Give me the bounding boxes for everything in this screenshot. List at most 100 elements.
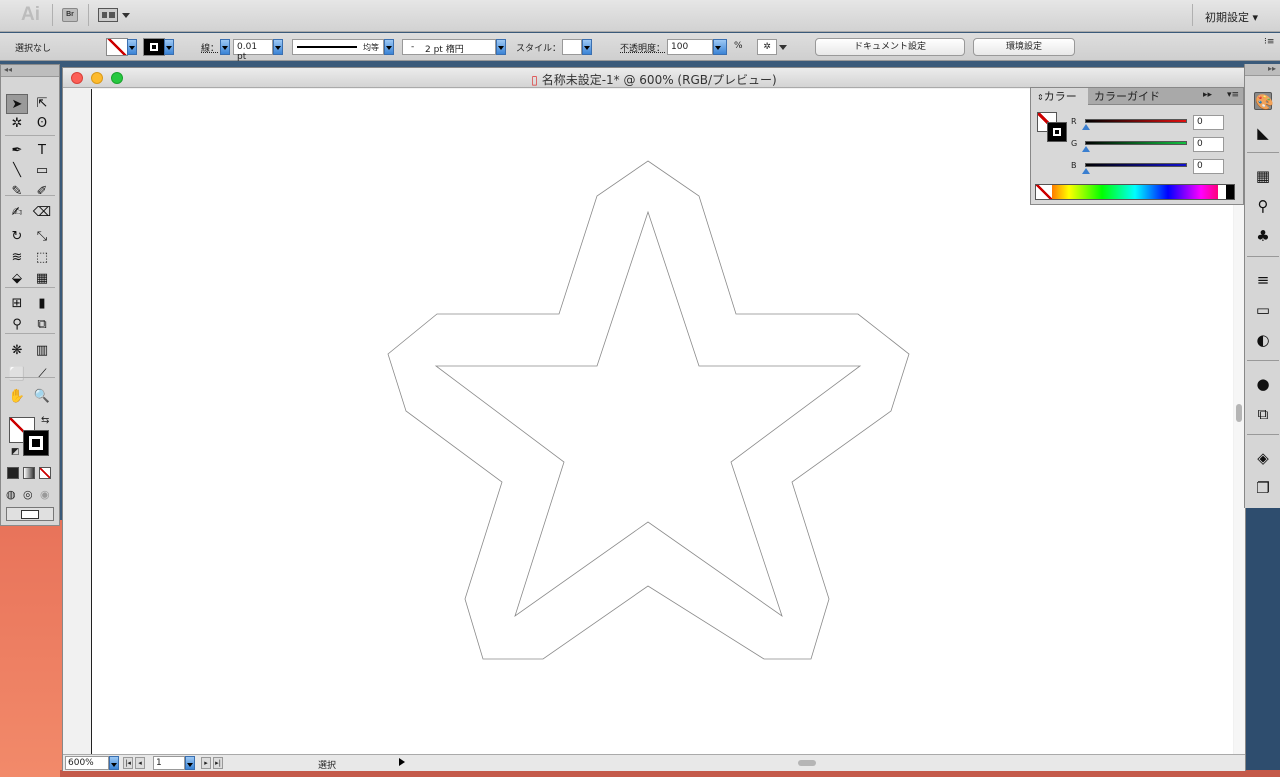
draw-behind-icon[interactable]: ◎	[23, 488, 33, 501]
scale-tool[interactable]: ⤡	[31, 227, 53, 247]
blob-brush-tool[interactable]: ✍	[6, 203, 28, 223]
graphic-styles-icon[interactable]: ⧉	[1254, 405, 1272, 423]
brush-definition[interactable]: - 2 pt 楕円	[402, 39, 496, 55]
draw-normal-icon[interactable]: ◍	[6, 488, 16, 501]
panel-menu-icon[interactable]: ▾≡	[1227, 90, 1239, 100]
tab-color[interactable]: ⇕カラー	[1031, 88, 1088, 105]
opacity-field[interactable]: 100	[667, 39, 713, 55]
workspace-switcher[interactable]: 初期設定 ▾	[1205, 9, 1258, 25]
magic-wand-tool[interactable]: ✲	[6, 114, 28, 134]
zoom-dropdown[interactable]	[109, 756, 119, 770]
stroke-weight-stepper[interactable]	[220, 39, 230, 55]
star-inner-outline[interactable]	[434, 210, 862, 618]
color-spectrum[interactable]	[1035, 184, 1235, 200]
slice-tool[interactable]: ⟋	[31, 365, 53, 385]
artboards-panel-icon[interactable]: ❐	[1254, 479, 1272, 497]
style-swatch[interactable]	[562, 39, 582, 55]
artboard-dropdown[interactable]	[185, 756, 195, 770]
direct-selection-tool[interactable]: ⇱	[31, 94, 53, 114]
layers-panel-icon[interactable]: ◈	[1254, 449, 1272, 467]
vertical-scroll-thumb[interactable]	[1236, 404, 1242, 422]
zoom-field[interactable]: 600%	[65, 756, 109, 770]
channel-thumb[interactable]	[1082, 124, 1090, 130]
gradient-panel-icon[interactable]: ▭	[1254, 301, 1272, 319]
opacity-slider-button[interactable]	[713, 39, 727, 55]
document-titlebar[interactable]: ▯ 名称未設定-1* @ 600% (RGB/プレビュー)	[63, 68, 1245, 88]
column-graph-tool[interactable]: ▥	[31, 341, 53, 361]
stroke-label-link[interactable]: 線：	[201, 41, 219, 54]
panel-menu-icon[interactable]: ⁝≡	[1264, 37, 1274, 47]
color-mode-icon[interactable]	[7, 467, 19, 479]
transparency-panel-icon[interactable]: ◐	[1254, 331, 1272, 349]
line-tool[interactable]: ╲	[6, 161, 28, 181]
stroke-swatch[interactable]	[143, 38, 165, 56]
channel-track[interactable]	[1085, 119, 1187, 123]
color-guide-icon[interactable]: ◣	[1254, 124, 1272, 142]
zoom-tool[interactable]: 🔍	[31, 387, 53, 407]
fill-dropdown[interactable]	[127, 39, 137, 55]
warp-tool[interactable]: ≋	[6, 248, 28, 268]
selection-tool[interactable]: ➤	[6, 94, 28, 114]
slider-b[interactable]: B0	[1071, 159, 1241, 174]
color-stroke-indicator[interactable]	[1047, 122, 1067, 142]
stroke-indicator[interactable]	[23, 430, 49, 456]
pen-tool[interactable]: ✒	[6, 141, 28, 161]
gradient-tool[interactable]: ▮	[31, 294, 53, 314]
channel-thumb[interactable]	[1082, 146, 1090, 152]
eyedropper-tool[interactable]: ⚲	[6, 315, 28, 335]
tools-panel-header[interactable]: ◂◂	[1, 65, 59, 77]
free-transform-tool[interactable]: ⬚	[31, 248, 53, 268]
mesh-tool[interactable]: ⊞	[6, 294, 28, 314]
channel-track[interactable]	[1085, 141, 1187, 145]
artboard-number-field[interactable]: 1	[153, 756, 185, 770]
none-mode-icon[interactable]	[39, 467, 51, 479]
fill-swatch[interactable]	[106, 38, 128, 56]
preferences-button[interactable]: 環境設定	[973, 38, 1075, 56]
paintbrush-tool[interactable]: ✎	[6, 182, 28, 202]
swatches-icon[interactable]: ▦	[1254, 167, 1272, 185]
tab-color-guide[interactable]: カラーガイド	[1088, 88, 1166, 105]
symbol-sprayer-tool[interactable]: ❋	[6, 341, 28, 361]
channel-value-field[interactable]: 0	[1193, 159, 1224, 174]
last-artboard-button[interactable]: ▸|	[213, 757, 223, 769]
dock-header[interactable]: ▸▸	[1245, 64, 1280, 76]
draw-inside-icon[interactable]: ◉	[40, 488, 50, 501]
stroke-weight-dropdown[interactable]	[273, 39, 283, 55]
collapse-icon[interactable]: ◂◂	[4, 65, 12, 74]
swap-fill-stroke-icon[interactable]: ⇆	[41, 415, 49, 426]
document-setup-button[interactable]: ドキュメント設定	[815, 38, 965, 56]
style-dropdown[interactable]	[582, 39, 592, 55]
stroke-panel-icon[interactable]: ≡	[1254, 271, 1272, 289]
status-menu-arrow-icon[interactable]	[399, 758, 405, 766]
appearance-panel-icon[interactable]: ●	[1254, 375, 1272, 393]
channel-value-field[interactable]: 0	[1193, 137, 1224, 152]
stroke-dropdown[interactable]	[164, 39, 174, 55]
shape-builder-tool[interactable]: ⬙	[6, 269, 28, 289]
color-panel-icon[interactable]: 🎨	[1254, 92, 1274, 111]
default-fill-stroke-icon[interactable]: ◩	[11, 447, 20, 457]
channel-thumb[interactable]	[1082, 168, 1090, 174]
brushes-icon[interactable]: ⚲	[1254, 197, 1272, 215]
hand-tool[interactable]: ✋	[6, 387, 28, 407]
slider-r[interactable]: R0	[1071, 115, 1241, 130]
eraser-tool[interactable]: ⌫	[31, 203, 53, 223]
arrange-documents-icon[interactable]	[98, 8, 118, 22]
none-swatch[interactable]	[1036, 185, 1052, 199]
slider-g[interactable]: G0	[1071, 137, 1241, 152]
lasso-tool[interactable]: ʘ	[31, 114, 53, 134]
next-artboard-button[interactable]: ▸	[201, 757, 211, 769]
screen-mode-button[interactable]	[6, 507, 54, 521]
white-swatch[interactable]	[1218, 185, 1226, 199]
chevron-down-icon[interactable]	[779, 45, 787, 50]
expand-icon[interactable]: ▸▸	[1203, 90, 1212, 100]
type-tool[interactable]: T	[31, 141, 53, 161]
variable-width-profile[interactable]: 均等	[292, 39, 384, 55]
stroke-weight-field[interactable]: 0.01 pt	[233, 39, 273, 62]
recolor-artwork-icon[interactable]: ✲	[757, 39, 777, 55]
channel-track[interactable]	[1085, 163, 1187, 167]
first-artboard-button[interactable]: |◂	[123, 757, 133, 769]
profile-dropdown[interactable]	[384, 39, 394, 55]
rotate-tool[interactable]: ↻	[6, 227, 28, 247]
perspective-grid-tool[interactable]: ▦	[31, 269, 53, 289]
rectangle-tool[interactable]: ▭	[31, 161, 53, 181]
